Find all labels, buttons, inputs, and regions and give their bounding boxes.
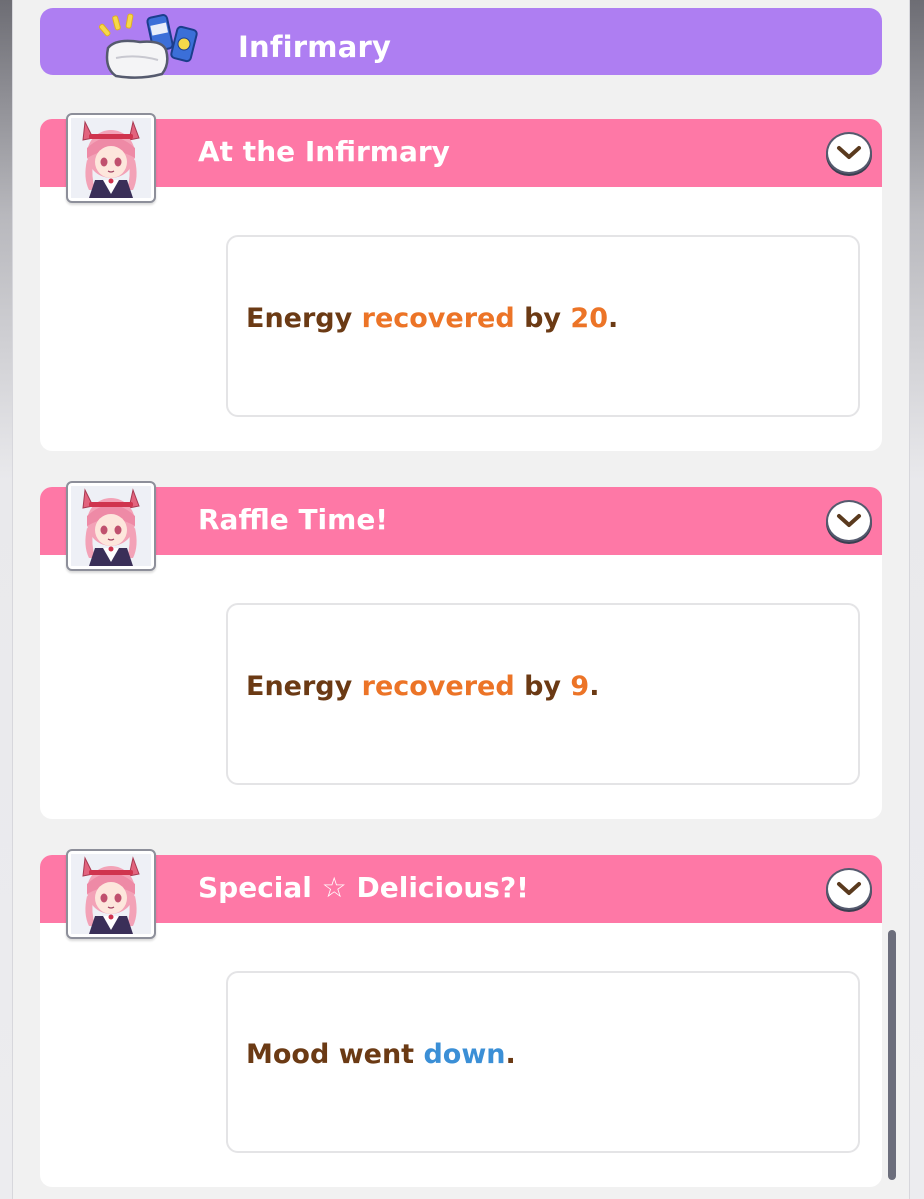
chevron-down-icon [837,146,861,159]
event-result-box: Energy recovered by 20. [226,235,860,417]
character-avatar [66,113,156,203]
chevron-down-icon [837,514,861,527]
event-card-at-the-infirmary: At the Infirmary Energy recovered by 20. [40,119,882,451]
character-portrait-icon [71,854,151,934]
event-title: At the Infirmary [198,135,450,168]
character-portrait-icon [71,118,151,198]
scrollbar-thumb[interactable] [888,930,896,1180]
event-result-box: Mood went down. [226,971,860,1153]
background-right [910,0,924,1199]
event-header[interactable]: Special ☆ Delicious?! [40,855,882,923]
expand-button[interactable] [826,132,872,174]
character-avatar [66,849,156,939]
character-avatar [66,481,156,571]
section-title: Infirmary [238,30,392,64]
event-title: Raffle Time! [198,503,389,536]
event-header[interactable]: Raffle Time! [40,487,882,555]
event-title: Special ☆ Delicious?! [198,871,529,904]
chevron-down-icon [837,882,861,895]
expand-button[interactable] [826,868,872,910]
event-header[interactable]: At the Infirmary [40,119,882,187]
event-result-box: Energy recovered by 9. [226,603,860,785]
event-result-text: Energy recovered by 9. [246,671,600,702]
background-left [0,0,12,1199]
section-header-infirmary: Infirmary [40,8,882,79]
event-card-special-delicious: Special ☆ Delicious?! Mood went down. [40,855,882,1187]
event-card-raffle-time: Raffle Time! Energy recovered by 9. [40,487,882,819]
event-result-text: Mood went down. [246,1039,516,1070]
infirmary-pillow-and-drinks-icon [98,13,198,79]
character-portrait-icon [71,486,151,566]
expand-button[interactable] [826,500,872,542]
event-result-text: Energy recovered by 20. [246,303,619,334]
